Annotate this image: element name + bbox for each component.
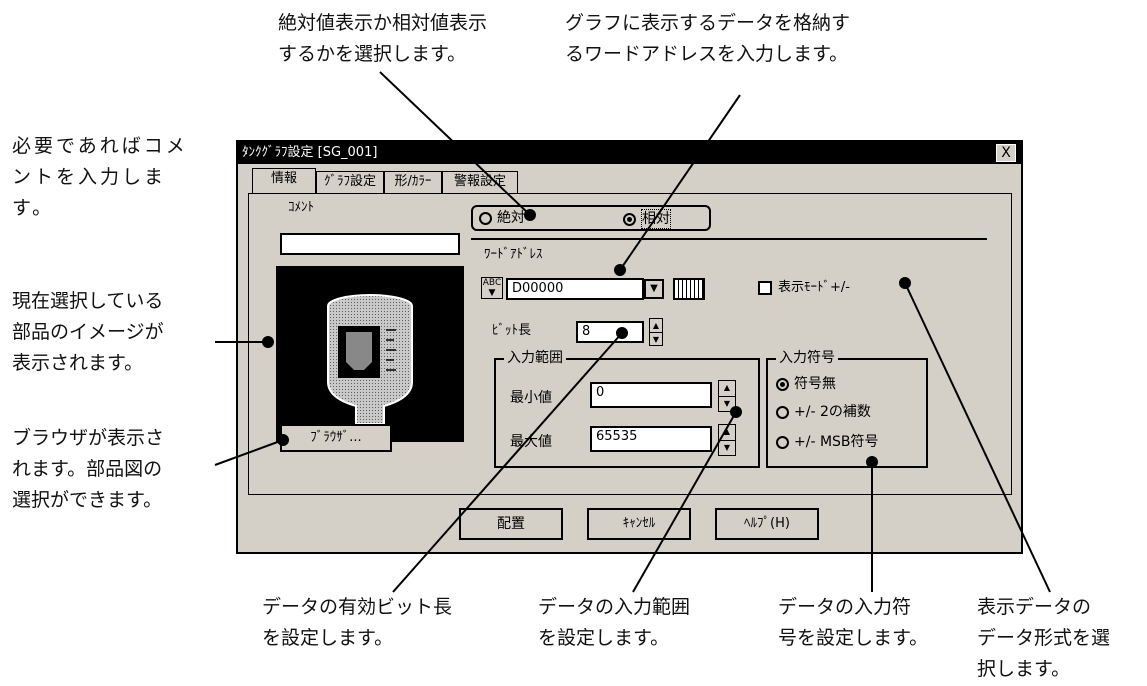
max-value-label: 最大値 [510, 434, 552, 450]
bit-length-spinner[interactable]: ▲ ▼ [649, 318, 663, 346]
annotation-bit-length: データの有効ビット長 を設定します。 [262, 596, 453, 649]
min-value-spinner[interactable]: ▲ ▼ [718, 380, 736, 412]
tank-icon [327, 294, 413, 425]
comment-field[interactable] [280, 233, 460, 255]
bit-length-label: ﾋﾞｯﾄ長 [492, 323, 532, 338]
word-address-field[interactable]: D00000 [506, 278, 644, 300]
annotation-input-range: データの入力範囲 を設定します。 [538, 596, 691, 649]
word-address-dropdown-button[interactable]: ▼ [644, 279, 664, 299]
min-value-label: 最小値 [510, 390, 552, 406]
input-range-title: 入力範囲 [504, 349, 566, 367]
radio-msb-label: +/- MSB符号 [794, 434, 879, 450]
min-value-field[interactable]: 0 [590, 382, 712, 408]
keypad-icon[interactable] [673, 278, 705, 300]
radio-relative-dot [623, 212, 636, 226]
annotation-display-format: 表示データの データ形式を選 択します。 [977, 596, 1111, 680]
radio-sign-unsigned[interactable]: 符号無 [776, 375, 836, 393]
bit-length-field[interactable]: 8 [576, 321, 644, 343]
input-sign-title: 入力符号 [776, 349, 838, 367]
radio-msb-dot [776, 435, 789, 449]
tank-graph-settings-dialog: ﾀﾝｸｸﾞﾗﾌ設定 [SG_001] X 情報 ｸﾞﾗﾌ設定 形/ｶﾗｰ 警報設… [236, 140, 1023, 554]
radio-unsigned-dot [776, 377, 789, 391]
annotation-browser: ブラウザが表示さ れます。部品図の 選択ができます。 [12, 427, 165, 511]
radio-absolute[interactable]: 絶対 [479, 209, 525, 227]
annotation-abs-rel: 絶対値表示か相対値表示 するかを選択します。 [278, 12, 488, 65]
part-image-preview [276, 266, 464, 442]
radio-sign-twos-complement[interactable]: +/- 2の補数 [776, 403, 871, 421]
tab-shape-color[interactable]: 形/ｶﾗｰ [384, 171, 442, 193]
dialog-title-bar: ﾀﾝｸｸﾞﾗﾌ設定 [SG_001] X [238, 142, 1021, 164]
cancel-button[interactable]: ｷｬﾝｾﾙ [587, 508, 691, 540]
tab-alarm-settings[interactable]: 警報設定 [442, 171, 518, 193]
browse-button[interactable]: ﾌﾞﾗｳｻﾞ... [280, 424, 392, 452]
annotation-image: 現在選択している 部品のイメージが 表示されます。 [12, 290, 164, 374]
dialog-title: ﾀﾝｸｸﾞﾗﾌ設定 [SG_001] [242, 145, 378, 160]
display-mode-checkbox[interactable] [758, 281, 772, 295]
radio-relative[interactable]: 相対 [623, 209, 671, 229]
word-address-label: ﾜｰﾄﾞｱﾄﾞﾚｽ [484, 247, 543, 262]
radio-sign-msb[interactable]: +/- MSB符号 [776, 433, 879, 451]
radio-absolute-dot [479, 211, 492, 225]
display-mode-label: 表示ﾓｰﾄﾞ+/- [778, 280, 850, 295]
tab-graph-settings[interactable]: ｸﾞﾗﾌ設定 [316, 171, 384, 193]
section-divider [471, 238, 987, 240]
max-value-spinner[interactable]: ▲ ▼ [718, 424, 736, 456]
radio-unsigned-label: 符号無 [794, 376, 836, 392]
comment-label: ｺﾒﾝﾄ [288, 200, 314, 215]
annotation-comment: 必要であればコメ ントを入力しま す。 [12, 135, 188, 219]
annotation-word-address: グラフに表示するデータを格納す るワードアドレスを入力します。 [565, 12, 851, 65]
radio-twos-label: +/- 2の補数 [794, 404, 871, 420]
address-type-icon[interactable]: ABC ▼ [481, 277, 503, 299]
place-button[interactable]: 配置 [459, 508, 563, 540]
max-value-field[interactable]: 65535 [590, 426, 712, 452]
radio-twos-dot [776, 405, 789, 419]
radio-absolute-label: 絶対 [497, 210, 525, 226]
annotation-input-sign: データの入力符 号を設定します。 [778, 596, 929, 649]
radio-relative-label: 相対 [641, 209, 671, 229]
tab-info[interactable]: 情報 [252, 168, 316, 194]
close-button[interactable]: X [996, 144, 1016, 162]
help-button[interactable]: ﾍﾙﾌﾟ(H) [715, 508, 819, 540]
